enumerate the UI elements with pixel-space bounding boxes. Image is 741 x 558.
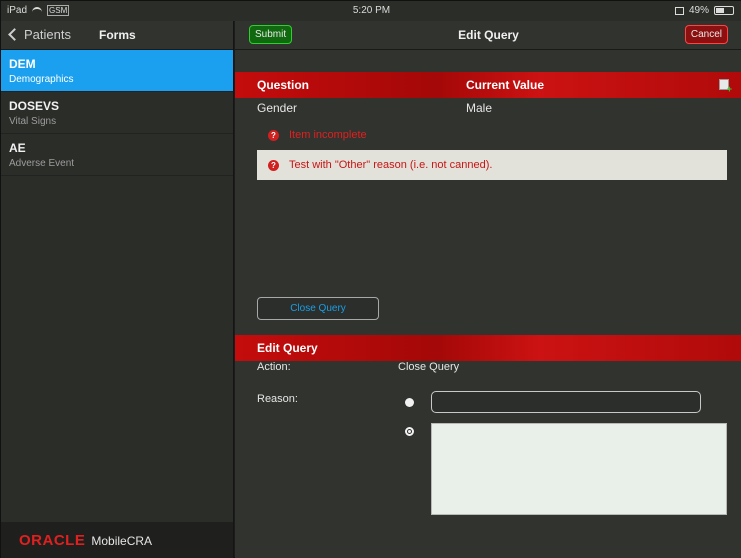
form-item-dosevs[interactable]: DOSEVS Vital Signs	[1, 92, 233, 134]
form-name: Demographics	[9, 74, 74, 85]
form-name: Adverse Event	[9, 158, 75, 169]
close-query-button[interactable]: Close Query	[257, 297, 379, 320]
status-bar: iPad GSM 5:20 PM 49%	[1, 1, 741, 21]
form-code: DOSEVS	[9, 99, 60, 113]
issue-item-incomplete: ? Item incomplete	[268, 129, 367, 141]
cancel-button[interactable]: Cancel	[684, 25, 728, 44]
submit-button[interactable]: Submit	[249, 25, 293, 44]
edit-query-nav-bar: Submit Edit Query Cancel	[235, 21, 741, 50]
back-chevron-icon	[8, 28, 21, 41]
error-icon: ?	[268, 159, 279, 171]
battery-fill	[716, 8, 724, 13]
status-right: 49%	[674, 5, 734, 16]
form-item-ae[interactable]: AE Adverse Event	[1, 134, 233, 176]
question-cell: Gender	[257, 101, 298, 115]
page-title: Edit Query	[458, 28, 519, 42]
orientation-lock-icon	[674, 6, 684, 15]
current-value-cell: Male	[466, 101, 493, 115]
error-icon: ?	[268, 129, 279, 141]
forms-pane: Patients Forms DEM Demographics DOSEVS V…	[1, 21, 234, 558]
action-label: Action:	[257, 361, 291, 373]
forms-list: DEM Demographics DOSEVS Vital Signs AE A…	[1, 50, 233, 176]
back-button[interactable]: Patients	[7, 27, 71, 42]
column-question: Question	[257, 78, 310, 92]
reason-radio-text-area[interactable]	[405, 427, 414, 436]
reason-label: Reason:	[257, 393, 298, 405]
ipad-screen: iPad GSM 5:20 PM 49% Patients Forms DEM …	[0, 0, 741, 558]
issue-text: Test with "Other" reason (i.e. not canne…	[289, 159, 493, 171]
forms-title: Forms	[99, 28, 136, 42]
form-item-dem[interactable]: DEM Demographics	[1, 50, 233, 92]
oracle-logo: ORACLE	[19, 532, 86, 549]
edit-query-pane: Submit Edit Query Cancel Question Curren…	[235, 21, 741, 558]
form-code: DEM	[9, 57, 36, 71]
reason-input[interactable]	[431, 391, 701, 413]
issue-text: Item incomplete	[289, 129, 367, 141]
brand-footer: ORACLE MobileCRA	[1, 522, 233, 558]
reason-textarea[interactable]	[431, 423, 727, 515]
column-current-value: Current Value	[466, 78, 545, 92]
form-code: AE	[9, 141, 26, 155]
edit-query-section-header: Edit Query	[235, 335, 741, 361]
forms-nav-bar: Patients Forms	[1, 21, 233, 50]
question-table-header: Question Current Value	[235, 72, 741, 98]
battery-percent: 49%	[688, 5, 709, 16]
app-name: MobileCRA	[91, 533, 153, 548]
reason-radio-text-field[interactable]	[405, 398, 414, 407]
add-note-icon[interactable]	[719, 79, 732, 94]
edit-query-heading: Edit Query	[257, 341, 318, 355]
battery-icon	[714, 6, 734, 15]
back-label: Patients	[24, 27, 71, 42]
form-name: Vital Signs	[9, 116, 57, 127]
status-time: 5:20 PM	[352, 5, 391, 16]
action-value: Close Query	[398, 361, 460, 373]
issue-other-reason[interactable]: ? Test with "Other" reason (i.e. not can…	[257, 150, 727, 180]
